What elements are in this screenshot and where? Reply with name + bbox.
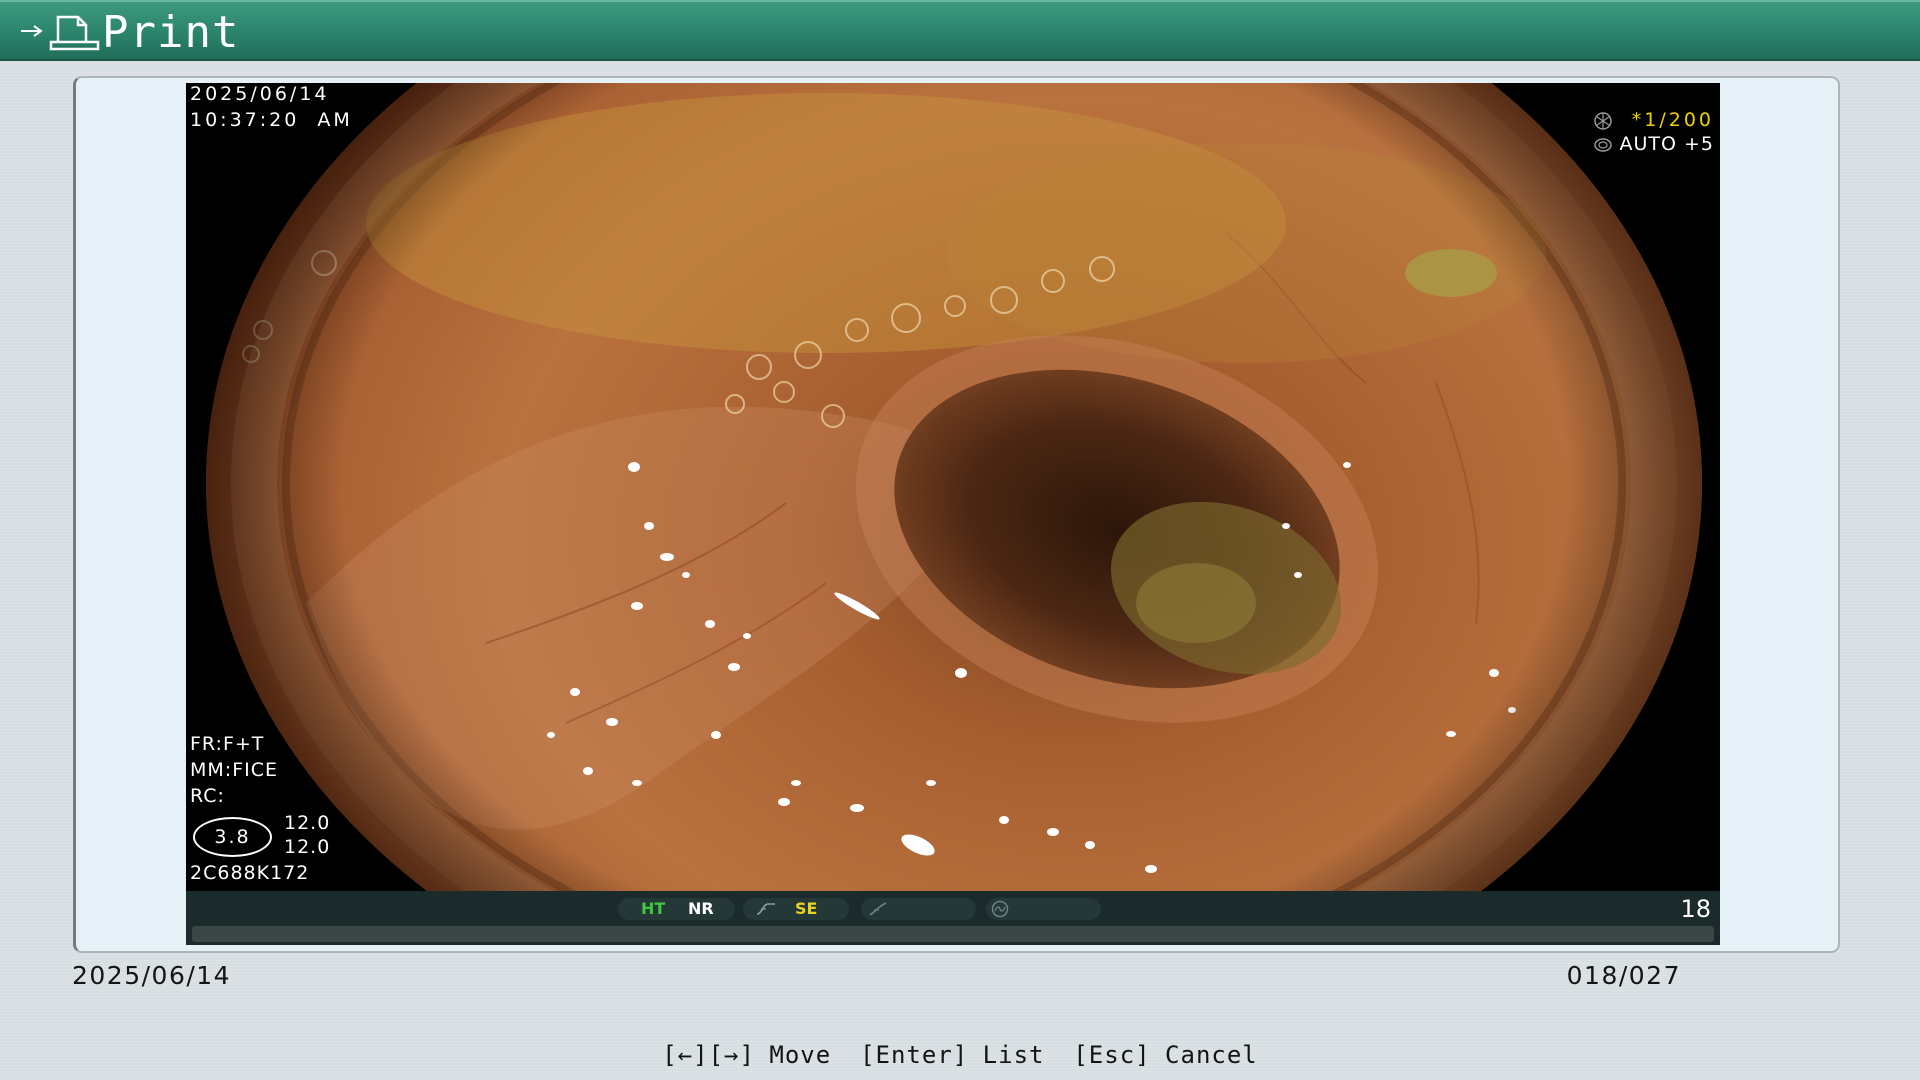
iris-icon	[1592, 135, 1614, 155]
endoscope-image	[186, 83, 1720, 891]
title-bar: Print	[0, 0, 1920, 61]
print-icon	[48, 12, 100, 52]
shutter-speed: *1/200	[1631, 109, 1714, 131]
key-hints: [←][→] Move [Enter] List [Esc] Cancel	[0, 1040, 1920, 1070]
status-pill-se: SE	[743, 898, 849, 920]
hint-move: [←][→] Move	[662, 1040, 831, 1070]
status-pill-ht-nr: HT NR	[618, 898, 735, 920]
fr-setting: FR:F+T	[190, 733, 265, 755]
ht-indicator: HT	[641, 899, 666, 918]
record-icon	[989, 900, 1011, 918]
overlay-value-2: 12.0	[284, 836, 331, 858]
hint-move-key: [←][→]	[662, 1041, 755, 1069]
se-indicator: SE	[795, 899, 818, 918]
nr-indicator: NR	[688, 899, 714, 918]
capture-time: 10:37:20 AM	[190, 109, 353, 131]
iris-mode: AUTO +5	[1619, 133, 1714, 155]
overlay-value-1: 12.0	[284, 812, 331, 834]
hint-cancel-key: [Esc]	[1073, 1041, 1151, 1069]
status-strip	[192, 926, 1714, 942]
hint-move-label: Move	[769, 1041, 832, 1069]
scope-id: 2C688K172	[190, 862, 310, 884]
status-pill-record	[986, 898, 1101, 920]
status-pill-enhance	[861, 898, 976, 920]
image-counter: 018/027	[1566, 961, 1681, 990]
image-viewer[interactable]: 2025/06/14 10:37:20 AM *1/200 AUTO +5 FR…	[186, 83, 1720, 891]
shutter-icon	[1592, 111, 1614, 131]
arrow-right-icon	[20, 23, 44, 37]
hint-cancel: [Esc] Cancel	[1073, 1040, 1257, 1070]
zoom-badge: 3.8	[193, 817, 272, 857]
image-status-bar: HT NR SE 18	[186, 891, 1720, 945]
capture-date: 2025/06/14	[190, 83, 330, 105]
page-title: Print	[102, 7, 240, 58]
rc-setting: RC:	[190, 785, 225, 807]
vignette	[206, 83, 1702, 891]
hint-list-label: List	[982, 1041, 1045, 1069]
hint-list: [Enter] List	[860, 1040, 1044, 1070]
hint-cancel-label: Cancel	[1165, 1041, 1258, 1069]
gamma-curve-icon	[755, 900, 777, 918]
enhance-curve-icon	[867, 900, 889, 918]
frame-number: 18	[1680, 895, 1711, 923]
footer-date: 2025/06/14	[72, 961, 232, 990]
hint-list-key: [Enter]	[860, 1041, 969, 1069]
mm-setting: MM:FICE	[190, 759, 278, 781]
